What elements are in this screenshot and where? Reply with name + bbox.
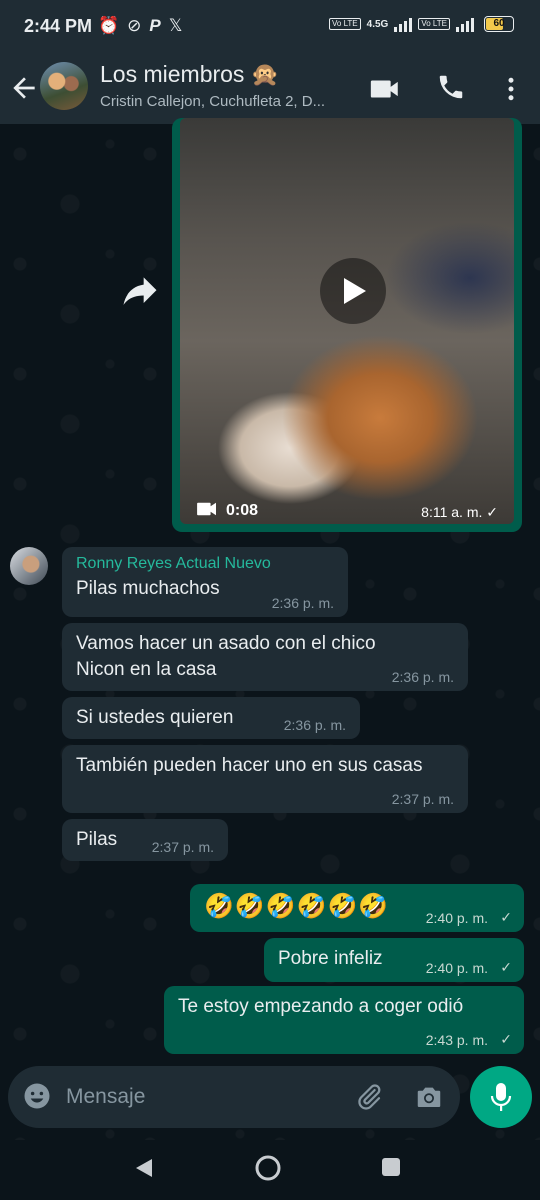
volte-1-icon: Vo LTE — [329, 18, 361, 30]
message-time: 2:37 p. m. — [391, 791, 454, 807]
signal-1-icon — [394, 16, 413, 32]
sent-check-icon: ✓ — [500, 959, 512, 975]
nav-recents-icon[interactable] — [380, 1156, 402, 1183]
more-options-icon[interactable] — [496, 72, 530, 106]
video-call-icon[interactable] — [368, 72, 402, 106]
voice-message-button[interactable] — [470, 1066, 532, 1128]
message-time: 2:37 p. m. — [151, 839, 214, 855]
message-time: 2:40 p. m. — [425, 960, 488, 976]
microphone-icon — [490, 1083, 512, 1111]
incoming-message[interactable]: Si ustedes quieren 2:36 p. m. — [62, 697, 360, 739]
video-duration: 0:08 — [226, 502, 259, 519]
sent-check-icon: ✓ — [486, 504, 498, 520]
message-text: También pueden hacer uno en sus casas — [76, 755, 423, 776]
chat-header: Los miembros 🙊 Cristin Callejon, Cuchufl… — [0, 54, 540, 124]
x-app-icon: 𝕏 — [168, 16, 183, 35]
group-members[interactable]: Cristin Callejon, Cuchufleta 2, D... — [100, 93, 350, 110]
back-arrow-icon[interactable] — [8, 72, 40, 104]
play-button[interactable] — [320, 258, 386, 324]
group-name[interactable]: Los miembros 🙊 — [100, 61, 279, 88]
message-text: Vamos hacer un asado con el chico Nicon … — [76, 633, 376, 680]
message-time: 2:36 p. m. — [271, 595, 334, 611]
video-timestamp: 8:11 a. m. ✓ — [421, 504, 498, 521]
outgoing-message[interactable]: 🤣🤣🤣🤣🤣🤣 2:40 p. m. ✓ — [190, 884, 524, 932]
network-type: 4.5G — [366, 18, 389, 30]
message-time: 2:36 p. m. — [283, 717, 346, 733]
notification-icons: ⏰ ⊘ P 𝕏 — [98, 16, 182, 36]
message-time: 8:11 a. m. — [421, 504, 483, 520]
video-camera-icon — [196, 500, 218, 523]
sent-check-icon: ✓ — [500, 909, 512, 925]
message-time: 2:40 p. m. — [425, 910, 488, 926]
nav-home-icon[interactable] — [254, 1154, 282, 1187]
incoming-message[interactable]: Ronny Reyes Actual Nuevo Pilas muchachos… — [62, 547, 348, 617]
emoji-icon[interactable] — [22, 1081, 52, 1116]
forward-icon[interactable] — [118, 270, 162, 314]
alarm-icon: ⏰ — [98, 16, 120, 35]
paypal-icon: P — [149, 16, 161, 35]
message-input[interactable]: Mensaje — [66, 1085, 145, 1109]
voice-call-icon[interactable] — [436, 72, 470, 106]
outgoing-message[interactable]: Pobre infeliz 2:40 p. m. ✓ — [264, 938, 524, 982]
message-time: 2:43 p. m. — [425, 1032, 488, 1048]
incoming-message[interactable]: También pueden hacer uno en sus casas 2:… — [62, 745, 468, 813]
camera-icon[interactable] — [414, 1082, 444, 1117]
video-thumbnail[interactable]: 0:08 8:11 a. m. ✓ — [180, 118, 514, 524]
system-icons: Vo LTE 4.5G Vo LTE 60 — [329, 16, 514, 32]
battery-icon: 60 — [484, 16, 514, 32]
status-time: 2:44 PM — [24, 16, 93, 36]
navigation-bar — [0, 1140, 540, 1200]
group-avatar[interactable] — [40, 62, 88, 110]
message-time: 2:36 p. m. — [391, 669, 454, 685]
status-bar: 2:44 PM ⏰ ⊘ P 𝕏 Vo LTE 4.5G Vo LTE 60 — [0, 0, 540, 54]
nav-back-icon[interactable] — [132, 1156, 156, 1185]
outgoing-message[interactable]: Te estoy empezando a coger odió 2:43 p. … — [164, 986, 524, 1054]
app-icon: ⊘ — [127, 16, 142, 35]
message-composer: Mensaje — [8, 1066, 460, 1128]
battery-level: 60 — [493, 18, 505, 29]
incoming-message[interactable]: Pilas 2:37 p. m. — [62, 819, 228, 861]
attach-icon[interactable] — [354, 1082, 384, 1117]
signal-2-icon — [456, 16, 474, 32]
video-message[interactable]: 0:08 8:11 a. m. ✓ — [172, 118, 522, 532]
sender-avatar[interactable] — [10, 547, 48, 585]
incoming-message[interactable]: Vamos hacer un asado con el chico Nicon … — [62, 623, 468, 691]
volte-2-icon: Vo LTE — [418, 18, 450, 30]
sent-check-icon: ✓ — [500, 1031, 512, 1047]
message-text: Te estoy empezando a coger odió — [178, 996, 464, 1017]
sender-name[interactable]: Ronny Reyes Actual Nuevo — [76, 555, 334, 573]
